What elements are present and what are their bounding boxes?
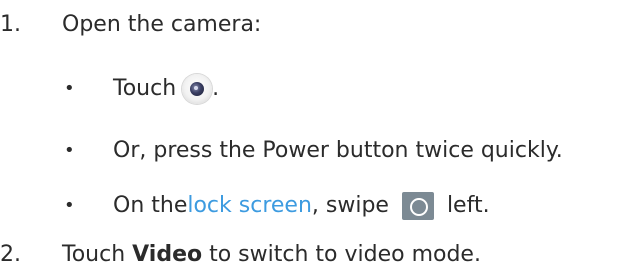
bullet-item-power-button: • Or, press the Power button twice quick…	[0, 136, 630, 166]
step-number: 2.	[0, 242, 21, 267]
bullet-prefix: On the	[113, 193, 188, 218]
bullet-suffix: .	[212, 76, 220, 101]
lock-screen-camera-icon	[401, 192, 434, 220]
step-suffix: to switch to video mode.	[202, 242, 481, 267]
bullet-suffix: left.	[439, 193, 490, 218]
bullet-text: On the lock screen , swipe left.	[113, 191, 490, 221]
bullet-middle: , swipe	[311, 193, 396, 218]
bullet-text: Touch .	[113, 74, 219, 104]
video-mode-label: Video	[132, 242, 203, 267]
bullet-text: Or, press the Power button twice quickly…	[113, 138, 563, 163]
bullet-item-touch-camera: • Touch .	[0, 72, 630, 106]
step-1: 1. Open the camera:	[0, 10, 630, 40]
bullet-marker: •	[64, 78, 75, 99]
bullet-marker: •	[64, 140, 75, 161]
step-text: Open the camera:	[62, 12, 262, 37]
lock-screen-link[interactable]: lock screen	[187, 191, 312, 221]
step-number: 1.	[0, 12, 21, 37]
bullet-marker: •	[64, 195, 75, 216]
bullet-item-lock-screen: • On the lock screen , swipe left.	[0, 190, 630, 222]
step-2: 2. Touch Video to switch to video mode.	[0, 240, 630, 270]
bullet-prefix: Touch	[113, 76, 177, 101]
step-prefix: Touch	[62, 242, 133, 267]
camera-app-icon	[182, 74, 213, 104]
step-text: Touch Video to switch to video mode.	[62, 240, 481, 270]
